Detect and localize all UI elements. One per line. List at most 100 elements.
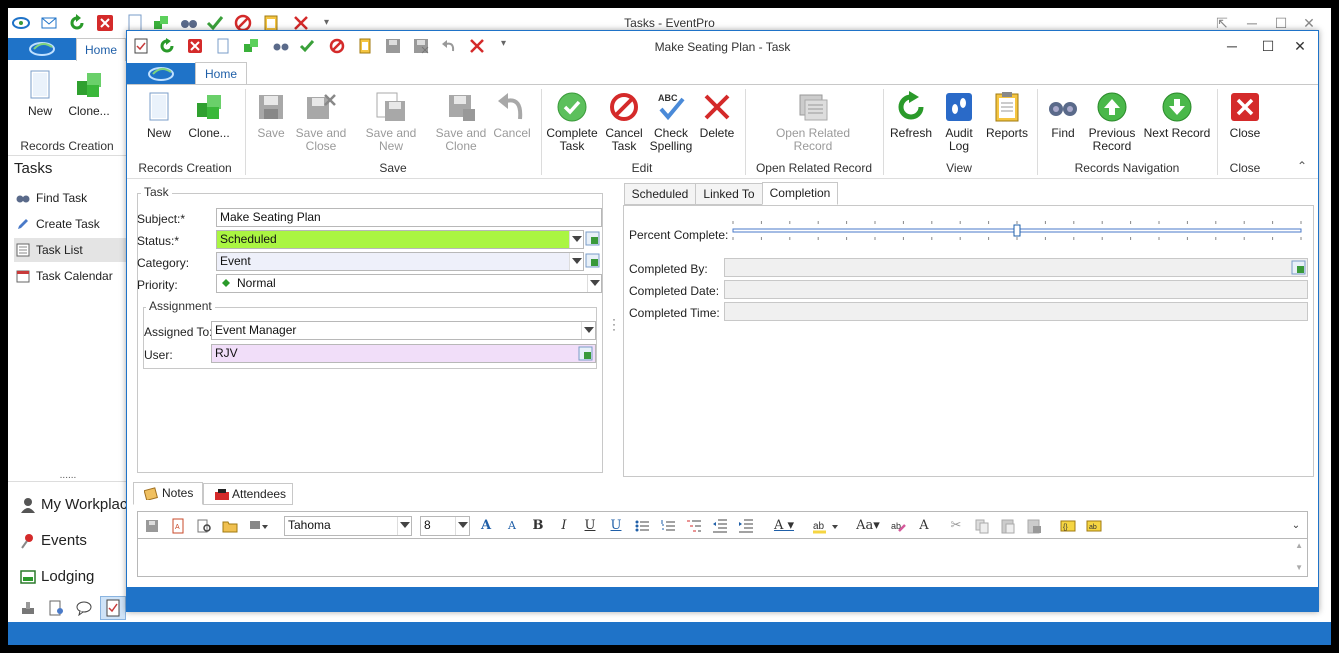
reports-button[interactable]: Reports [985, 91, 1029, 140]
delete-button[interactable]: Delete [697, 91, 737, 140]
find-replace-icon[interactable] [196, 518, 212, 534]
lookup-icon[interactable] [1291, 260, 1306, 275]
insert-text-icon[interactable]: ab [1086, 518, 1102, 534]
highlight-icon[interactable]: ab [812, 518, 842, 534]
double-underline-icon[interactable]: U [608, 518, 624, 534]
clear-formatting-icon[interactable]: ab [890, 518, 906, 534]
chevron-down-icon[interactable] [397, 517, 411, 535]
tab-attendees[interactable]: Attendees [203, 483, 293, 505]
contacts-icon[interactable] [48, 600, 64, 616]
sidebar-item-task-list[interactable]: Task List [14, 238, 128, 262]
underline-icon[interactable]: U [582, 518, 598, 534]
percent-complete-slider[interactable] [731, 219, 1303, 243]
app-menu-tab[interactable] [127, 63, 195, 85]
paste-icon[interactable] [1000, 518, 1016, 534]
chat-icon[interactable] [76, 600, 92, 616]
chevron-down-icon[interactable] [569, 253, 583, 270]
chevron-down-icon[interactable] [455, 517, 469, 535]
multilevel-list-icon[interactable] [686, 518, 702, 534]
priority-dropdown[interactable]: Normal [216, 274, 602, 293]
scroll-down-icon[interactable]: ▼ [1295, 563, 1303, 572]
new-button[interactable]: New [141, 91, 177, 140]
find-button[interactable]: Find [1045, 91, 1081, 140]
minimize-icon[interactable]: ─ [1221, 37, 1243, 55]
completed-time-field[interactable] [724, 302, 1308, 321]
sidebar-splitter[interactable]: ...... [8, 471, 128, 482]
scroll-up-icon[interactable]: ▲ [1295, 541, 1303, 550]
save-and-clone-button[interactable]: Save and Clone [433, 91, 489, 153]
lookup-icon[interactable] [578, 346, 593, 361]
close-button[interactable]: Close [1223, 91, 1267, 140]
lookup-icon[interactable] [585, 231, 600, 246]
copy-icon[interactable] [974, 518, 990, 534]
tab-completion[interactable]: Completion [762, 182, 838, 205]
decrease-indent-icon[interactable] [712, 518, 728, 534]
next-record-button[interactable]: Next Record [1143, 91, 1211, 140]
check-spelling-button[interactable]: ABC Check Spelling [647, 91, 695, 153]
notes-editor[interactable]: ▲ ▼ [137, 539, 1308, 577]
main-clone-button[interactable]: Clone... [64, 69, 114, 118]
main-new-button[interactable]: New [22, 69, 58, 118]
numbering-icon[interactable] [660, 518, 676, 534]
refresh-button[interactable]: Refresh [889, 91, 933, 140]
sidebar-item-find-task[interactable]: Find Task [14, 186, 128, 210]
clone-button[interactable]: Clone... [183, 91, 235, 140]
window-close-icon[interactable]: ✕ [1289, 37, 1311, 55]
format-painter-icon[interactable] [248, 518, 272, 534]
save-and-new-button[interactable]: Save and New [353, 91, 429, 153]
status-dropdown[interactable]: Scheduled [216, 230, 584, 249]
bullets-icon[interactable] [634, 518, 650, 534]
italic-icon[interactable]: I [556, 518, 572, 534]
tab-linked-to[interactable]: Linked To [695, 183, 763, 205]
tab-scheduled[interactable]: Scheduled [624, 183, 696, 205]
paste-special-icon[interactable] [1026, 518, 1042, 534]
nav-lodging[interactable]: Lodging [16, 562, 136, 592]
dialog-home-tab[interactable]: Home [195, 62, 247, 86]
audit-log-button[interactable]: Audit Log [937, 91, 981, 153]
main-home-tab[interactable]: Home [76, 38, 126, 62]
toolbar-overflow-icon[interactable]: ⌄ [1288, 518, 1304, 534]
nav-my-workplace[interactable]: My Workplace [16, 490, 136, 520]
shrink-font-icon[interactable]: A [504, 518, 520, 534]
insert-field-icon[interactable]: {} [1060, 518, 1076, 534]
completed-by-field[interactable] [724, 258, 1308, 277]
cancel-button[interactable]: Cancel [491, 91, 533, 140]
tab-notes[interactable]: Notes [133, 482, 203, 505]
open-folder-icon[interactable] [222, 518, 238, 534]
user-field[interactable]: RJV [211, 344, 596, 363]
maximize-icon[interactable]: ☐ [1257, 37, 1279, 55]
save-and-close-button[interactable]: Save and Close [293, 91, 349, 153]
category-dropdown[interactable]: Event [216, 252, 584, 271]
chevron-down-icon[interactable] [587, 275, 601, 292]
app-menu-tab[interactable] [8, 38, 76, 60]
bold-icon[interactable]: B [530, 518, 546, 534]
save-button[interactable]: Save [251, 91, 291, 140]
font-family-dropdown[interactable]: Tahoma [284, 516, 412, 536]
completed-date-field[interactable] [724, 280, 1308, 299]
collapse-ribbon-icon[interactable]: ⌃ [1297, 159, 1307, 173]
chevron-down-icon[interactable] [581, 322, 595, 339]
tasks-nav-button[interactable] [100, 596, 126, 620]
subject-field[interactable]: Make Seating Plan [216, 208, 602, 227]
open-related-record-button[interactable]: Open Related Record [771, 91, 855, 153]
nav-events[interactable]: Events [16, 526, 136, 556]
assigned-to-dropdown[interactable]: Event Manager [211, 321, 596, 340]
font-color-icon[interactable]: A ▾ [770, 518, 798, 534]
font-dialog-icon[interactable]: A [916, 518, 932, 534]
sidebar-item-task-calendar[interactable]: Task Calendar [14, 264, 128, 288]
save-icon[interactable] [144, 518, 160, 534]
increase-indent-icon[interactable] [738, 518, 754, 534]
sidebar-item-create-task[interactable]: Create Task [14, 212, 128, 236]
grow-font-icon[interactable]: A [478, 518, 494, 534]
slider-thumb[interactable] [1013, 224, 1021, 237]
font-size-dropdown[interactable]: 8 [420, 516, 470, 536]
lookup-icon[interactable] [585, 253, 600, 268]
chevron-down-icon[interactable] [569, 231, 583, 248]
cut-icon[interactable]: ✂ [948, 518, 964, 534]
complete-task-button[interactable]: Complete Task [545, 91, 599, 153]
panel-splitter-handle[interactable]: · · · [612, 313, 616, 335]
cancel-task-button[interactable]: Cancel Task [601, 91, 647, 153]
export-icon[interactable]: A [170, 518, 186, 534]
previous-record-button[interactable]: Previous Record [1085, 91, 1139, 153]
stamp-icon[interactable] [20, 600, 36, 616]
